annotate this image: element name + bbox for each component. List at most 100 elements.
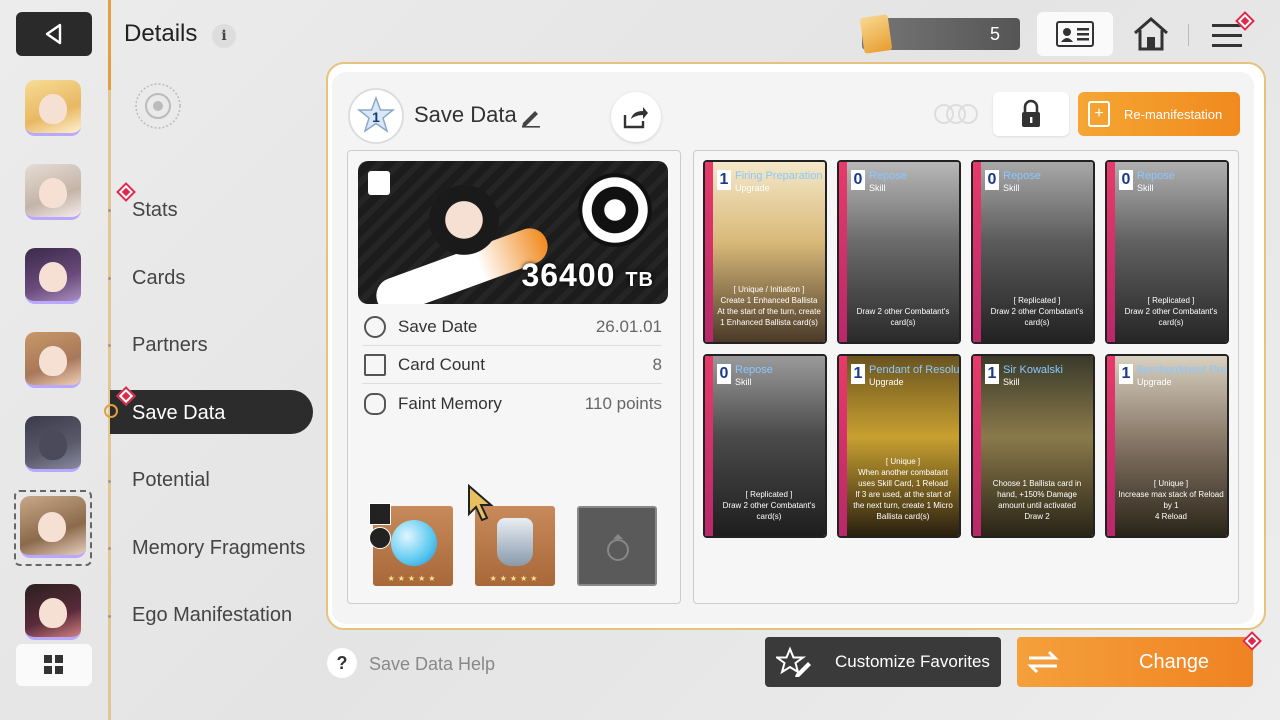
banner-lock-icon	[368, 171, 390, 195]
card-name: Bombardment Prep	[1137, 364, 1229, 376]
customize-favorites-label: Customize Favorites	[835, 652, 990, 671]
character-portrait-7[interactable]	[25, 584, 81, 640]
info-row-faint-memory: Faint Memory 110 points	[362, 385, 662, 423]
info-value: 26.01.01	[595, 316, 662, 336]
card-description-line: Choose 1 Ballista card in hand, +150% Da…	[992, 479, 1082, 510]
menu-item-memory-fragments[interactable]: Memory Fragments	[132, 537, 305, 560]
menu-item-potential[interactable]: Potential	[132, 469, 210, 492]
deck-card[interactable]: 0 Repose Skill [ Replicated ] Draw 2 other C…	[1105, 160, 1229, 344]
lock-icon	[1022, 99, 1040, 127]
active-indicator-icon	[104, 404, 118, 418]
menu-dot	[108, 277, 111, 280]
star-level-badge: 1	[348, 88, 404, 144]
menu-item-stats[interactable]: Stats	[132, 199, 178, 222]
card-description: [ Unique / Initiation ] Create 1 Enhanced…	[715, 284, 823, 328]
currency-value: 5	[990, 24, 1001, 44]
deck-card[interactable]: 0 Repose Skill [ Replicated ] Draw 2 other C…	[703, 354, 827, 538]
deck-card[interactable]: 1 Bombardment Prep Upgrade [ Unique ] Increa…	[1105, 354, 1229, 538]
info-label: Save Date	[398, 316, 478, 336]
card-type: Skill	[869, 183, 886, 193]
card-description: [ Replicated ] Draw 2 other Combatant's c…	[1117, 295, 1225, 328]
card-description-line: Increase max stack of Reload by 1	[1118, 490, 1224, 510]
info-value: 8	[652, 354, 662, 374]
pencil-icon[interactable]	[520, 106, 542, 128]
back-arrow-icon	[45, 23, 62, 45]
card-description: [ Replicated ] Draw 2 other Combatant's c…	[983, 295, 1091, 328]
tb-value: 36400	[521, 257, 616, 293]
star-icon: 1	[356, 96, 396, 133]
menu-item-ego-manifestation[interactable]: Ego Manifestation	[132, 604, 292, 627]
card-rarity-edge	[973, 162, 981, 342]
brain-icon	[364, 393, 386, 415]
card-description-line: Draw 2 other Combatant's card(s)	[722, 501, 816, 521]
home-icon[interactable]	[1132, 16, 1170, 52]
info-row-card-count: Card Count 8	[362, 346, 662, 384]
card-name: Repose	[1137, 170, 1175, 182]
deck-card[interactable]: 1 Pendant of ResolutionUpgrade [ Unique ] W…	[837, 354, 961, 538]
card-cost: 0	[851, 170, 865, 190]
equipment-slot-ring-empty[interactable]	[577, 506, 657, 586]
grid-icon	[44, 655, 63, 674]
menu-dot	[108, 547, 111, 550]
save-data-help-link[interactable]: Save Data Help	[369, 654, 495, 675]
card-type: Skill	[1003, 377, 1020, 387]
menu-dot	[108, 615, 111, 618]
swap-arrows-icon	[1027, 650, 1059, 674]
character-portrait-3[interactable]	[25, 248, 81, 304]
card-cost: 1	[851, 364, 865, 384]
card-type: Skill	[1137, 183, 1154, 193]
character-portrait-4[interactable]	[25, 332, 81, 388]
back-button[interactable]	[16, 12, 92, 56]
medal-emblem-icon	[578, 173, 652, 247]
card-description-line: [ Replicated ]	[745, 490, 793, 499]
save-data-title: Save Data	[414, 102, 517, 127]
card-description-line: If 3 are used, at the start of the next …	[853, 490, 953, 521]
card-cost: 1	[1119, 364, 1133, 384]
info-label: Card Count	[398, 354, 485, 374]
profile-card-button[interactable]	[1037, 12, 1113, 56]
character-portrait-2[interactable]	[25, 164, 81, 220]
card-type: Upgrade	[735, 183, 770, 193]
re-manifestation-button[interactable]: + Re-manifestation	[1078, 92, 1240, 136]
menu-dot	[108, 480, 111, 483]
deck-card[interactable]: 0 Repose Skill [ Replicated ] Draw 2 other C…	[971, 160, 1095, 344]
swords-icon	[369, 503, 391, 525]
character-portrait-1[interactable]	[25, 80, 81, 136]
ring-icon	[607, 534, 629, 561]
deck-card[interactable]: 1 Firing Preparation Upgrade [ Unique / Ini…	[703, 160, 827, 344]
card-cost: 1	[985, 364, 999, 384]
card-description-line: Draw 2 other Combatant's card(s)	[1124, 307, 1218, 327]
card-description: [ Unique ] Increase max stack of Reload b…	[1117, 478, 1225, 522]
clock-icon	[364, 315, 386, 338]
tb-unit: TB	[625, 269, 654, 291]
info-icon[interactable]: i	[212, 24, 236, 48]
change-button[interactable]: Change	[1017, 637, 1253, 687]
grid-view-button[interactable]	[16, 644, 92, 686]
lock-button[interactable]	[993, 92, 1069, 136]
chibi-character-art	[428, 183, 500, 265]
deck-card[interactable]: 0 Repose Skill Draw 2 other Combatant's car…	[837, 160, 961, 344]
card-description-line: [ Replicated ]	[1013, 296, 1061, 305]
character-portrait-5[interactable]	[25, 416, 81, 472]
card-name: Sir Kowalski	[1003, 364, 1063, 376]
deck-card[interactable]: 1 Sir Kowalski Skill Choose 1 Ballista card…	[971, 354, 1095, 538]
character-portrait-selected[interactable]	[20, 496, 86, 558]
info-value: 110 points	[584, 394, 662, 413]
card-name: Repose	[869, 170, 907, 182]
plus-box-icon: +	[1088, 101, 1110, 127]
help-icon[interactable]: ?	[327, 648, 357, 678]
menu-item-cards[interactable]: Cards	[132, 267, 185, 290]
card-description-line: Draw 2 other Combatant's card(s)	[990, 307, 1084, 327]
share-button[interactable]	[611, 92, 661, 142]
menu-item-partners[interactable]: Partners	[132, 334, 208, 357]
card-description-line: Draw 2 other Combatant's card(s)	[856, 307, 950, 327]
card-description-line: [ Unique ]	[885, 457, 921, 466]
card-description: Draw 2 other Combatant's card(s)	[849, 306, 957, 328]
card-name: Firing Preparation	[735, 170, 823, 182]
card-type: Upgrade	[1137, 377, 1172, 387]
info-row-save-date: Save Date 26.01.01	[362, 308, 662, 346]
menu-item-save-data[interactable]: Save Data	[132, 402, 225, 425]
column-divider-accent	[108, 0, 111, 90]
card-description-line: [ Unique ]	[1153, 479, 1189, 488]
spiral-icon	[369, 527, 391, 549]
